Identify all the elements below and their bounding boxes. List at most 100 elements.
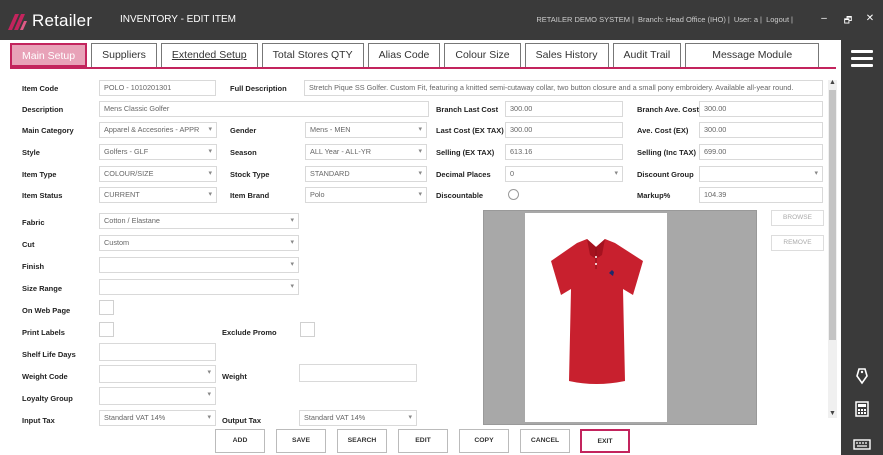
keyboard-icon[interactable] [853,435,871,453]
selling-ex-label: Selling (EX TAX) [436,148,495,157]
logout-link[interactable]: Logout [766,15,789,24]
cut-select[interactable]: Custom [99,235,299,251]
weight-field[interactable] [299,364,417,382]
calculator-icon[interactable] [853,400,871,418]
description-label: Description [22,105,64,114]
exclude-promo-label: Exclude Promo [222,328,277,337]
scroll-up-icon[interactable]: ▲ [828,79,837,86]
markup-field[interactable]: 104.39 [699,187,823,203]
print-labels-label: Print Labels [22,328,65,337]
item-status-select[interactable]: CURRENT [99,187,217,203]
add-button[interactable]: ADD [215,429,265,453]
discount-group-label: Discount Group [637,170,694,179]
ave-cost-ex-label: Ave. Cost (EX) [637,126,689,135]
finish-label: Finish [22,262,45,271]
tab-extended-setup[interactable]: Extended Setup [160,43,258,67]
last-cost-ex-label: Last Cost (EX TAX) [436,126,504,135]
style-select[interactable]: Golfers - GLF [99,144,217,160]
tab-message-module[interactable]: Message Module [685,43,820,67]
item-brand-select[interactable]: Polo [305,187,427,203]
tab-main-setup[interactable]: Main Setup [10,43,88,67]
tab-alias-code[interactable]: Alias Code [367,43,441,67]
branch-ave-cost-field[interactable]: 300.00 [699,101,823,117]
remove-button[interactable]: REMOVE [771,235,824,251]
markup-label: Markup% [637,191,671,200]
stock-type-label: Stock Type [230,170,270,179]
loyalty-group-label: Loyalty Group [22,394,73,403]
browse-button[interactable]: BROWSE [771,210,824,226]
output-tax-label: Output Tax [222,416,262,425]
on-web-page-checkbox[interactable] [99,300,114,315]
branch-ave-cost-label: Branch Ave. Cost [637,105,699,114]
ave-cost-ex-field[interactable]: 300.00 [699,122,823,138]
edit-button[interactable]: EDIT [398,429,448,453]
selling-inc-field[interactable]: 699.00 [699,144,823,160]
restore-button[interactable]: 🗗 [842,13,854,29]
decimal-places-select[interactable]: 0 [505,166,623,182]
item-code-label: Item Code [22,84,59,93]
gender-label: Gender [230,126,257,135]
exclude-promo-checkbox[interactable] [300,322,315,337]
style-label: Style [22,148,40,157]
season-label: Season [230,148,257,157]
finish-select[interactable] [99,257,299,273]
item-type-select[interactable]: COLOUR/SIZE [99,166,217,182]
size-range-select[interactable] [99,279,299,295]
logo-text: Retailer [32,11,93,30]
item-status-label: Item Status [22,191,63,200]
main-category-label: Main Category [22,126,74,135]
selling-ex-field[interactable]: 613.16 [505,144,623,160]
scroll-down-icon[interactable]: ▼ [828,410,837,417]
fabric-label: Fabric [22,218,45,227]
save-button[interactable]: SAVE [276,429,326,453]
input-tax-select[interactable]: Standard VAT 14% [99,410,216,426]
system-name: RETAILER DEMO SYSTEM [536,15,630,24]
exit-button[interactable]: EXIT [580,429,630,453]
main-category-select[interactable]: Apparel & Accesories - APPR [99,122,217,138]
stock-type-select[interactable]: STANDARD [305,166,427,182]
product-image-panel [483,210,757,425]
on-web-page-label: On Web Page [22,306,71,315]
tab-strip: Main Setup Suppliers Extended Setup Tota… [10,43,823,67]
action-bar: ADD SAVE SEARCH EDIT COPY CANCEL EXIT [0,427,838,455]
last-cost-ex-field[interactable]: 300.00 [505,122,623,138]
cancel-button[interactable]: CANCEL [520,429,570,453]
weight-code-select[interactable] [99,365,216,383]
logo-mark-icon [8,14,27,30]
loyalty-group-select[interactable] [99,387,216,405]
item-type-label: Item Type [22,170,57,179]
input-tax-label: Input Tax [22,416,55,425]
description-field[interactable]: Mens Classic Golfer [99,101,429,117]
close-button[interactable]: ✕ [864,13,876,24]
menu-icon[interactable] [851,50,873,68]
tab-underline [10,67,836,69]
selling-inc-label: Selling (Inc TAX) [637,148,697,157]
item-code-field[interactable]: POLO - 1010201301 [99,80,216,96]
output-tax-select[interactable]: Standard VAT 14% [299,410,417,426]
cut-label: Cut [22,240,35,249]
tab-audit-trail[interactable]: Audit Trail [612,43,682,67]
season-select[interactable]: ALL Year - ALL-YR [305,144,427,160]
branch-last-cost-field[interactable]: 300.00 [505,101,623,117]
price-tag-icon[interactable] [853,367,871,385]
discount-group-select[interactable] [699,166,823,182]
tab-colour-size[interactable]: Colour Size [444,43,521,67]
discountable-radio[interactable] [508,189,519,200]
shelf-life-days-field[interactable] [99,343,216,361]
search-button[interactable]: SEARCH [337,429,387,453]
minimize-button[interactable]: – [818,13,830,24]
tab-total-stores-qty[interactable]: Total Stores QTY [261,43,364,67]
tab-sales-history[interactable]: Sales History [524,43,609,67]
scrollbar-thumb[interactable] [829,90,836,340]
full-description-field[interactable]: Stretch Pique SS Golfer. Custom Fit, fea… [304,80,823,96]
gender-select[interactable]: Mens - MEN [305,122,427,138]
product-image [525,213,667,422]
title-bar: Retailer INVENTORY - EDIT ITEM RETAILER … [0,0,883,40]
copy-button[interactable]: COPY [459,429,509,453]
fabric-select[interactable]: Cotton / Elastane [99,213,299,229]
tab-suppliers[interactable]: Suppliers [91,43,157,67]
shelf-life-days-label: Shelf Life Days [22,350,76,359]
print-labels-checkbox[interactable] [99,322,114,337]
full-description-label: Full Description [230,84,287,93]
branch-info: Branch: Head Office (IHO) [638,15,726,24]
